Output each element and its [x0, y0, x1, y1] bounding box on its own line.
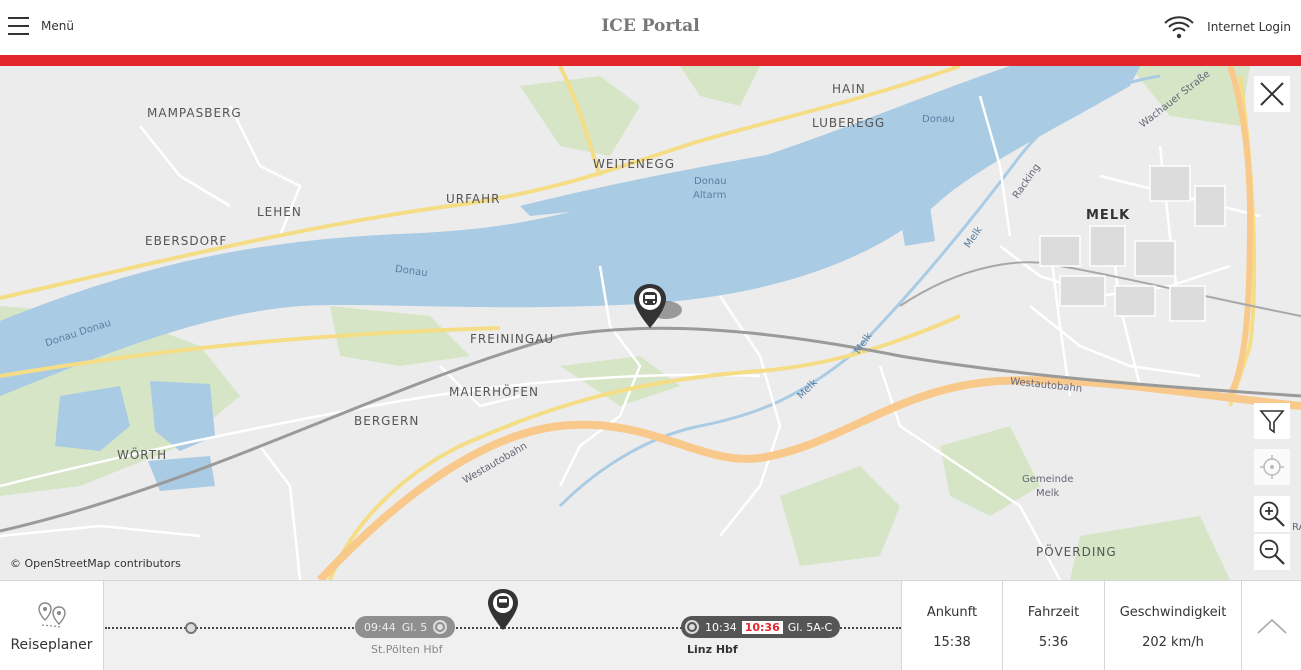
train-pin-icon: [634, 284, 682, 328]
place-label: Gemeinde: [1022, 474, 1074, 485]
locate-button[interactable]: [1254, 449, 1290, 485]
zoom-in-icon: [1259, 501, 1285, 527]
header-bar: Menü ICE Portal Internet Login: [0, 0, 1301, 55]
speed-value: 202 km/h: [1142, 635, 1204, 650]
place-label: Melk: [1036, 488, 1060, 499]
filter-icon: [1259, 410, 1285, 434]
place-label: LUBEREGG: [812, 116, 886, 130]
arrival-value: 15:38: [933, 635, 971, 650]
place-label: WEITENEGG: [593, 157, 676, 171]
next-stop-station: Linz Hbf: [687, 643, 738, 656]
place-label: LEHEN: [257, 205, 302, 219]
place-label: PÖVERDING: [1036, 545, 1117, 559]
water-label: Altarm: [693, 190, 727, 201]
close-icon: [1260, 82, 1284, 106]
next-stop-ring-icon: [685, 620, 699, 634]
zoom-in-button[interactable]: [1254, 496, 1290, 532]
arrival-info: Ankunft 15:38: [901, 581, 1002, 670]
chevron-up-icon: [1256, 618, 1287, 634]
route-timeline: 09:44 Gl. 5 St.Pölten Hbf 10:34 10:36 Gl…: [105, 581, 901, 670]
close-map-button[interactable]: [1254, 76, 1290, 112]
map-view[interactable]: MAMPASBERG HAIN LUBEREGG WEITENEGG URFAH…: [0, 66, 1301, 580]
place-label: RA: [1292, 522, 1301, 533]
water-label: Donau: [694, 176, 727, 187]
place-label: BERGERN: [354, 414, 420, 428]
place-label: MAMPASBERG: [147, 106, 242, 120]
place-label: MAIERHÖFEN: [449, 385, 539, 399]
place-label: EBERSDORF: [145, 234, 228, 248]
journey-planner-label: Reiseplaner: [10, 637, 93, 653]
zoom-out-icon: [1259, 539, 1285, 565]
place-label: FREININGAU: [470, 332, 555, 346]
next-stop-delay-time: 10:36: [741, 620, 783, 634]
past-stop-station: St.Pölten Hbf: [371, 643, 443, 656]
train-current-icon: [488, 589, 518, 630]
speed-label: Geschwindigkeit: [1119, 605, 1227, 620]
past-stop-time: 09:44: [364, 620, 396, 634]
app-title: ICE Portal: [601, 16, 700, 36]
past-stop-ring-icon: [433, 620, 448, 634]
map-attribution: © OpenStreetMap contributors: [10, 557, 181, 570]
duration-info: Fahrzeit 5:36: [1002, 581, 1104, 670]
speed-info: Geschwindigkeit 202 km/h: [1104, 581, 1241, 670]
next-stop-platform: Gl. 5A-C: [787, 620, 833, 634]
zoom-out-button[interactable]: [1254, 534, 1290, 570]
filter-button[interactable]: [1254, 403, 1290, 439]
brand-red-bar: [0, 55, 1301, 66]
next-stop-badge[interactable]: 10:34 10:36 Gl. 5A-C: [681, 616, 841, 638]
expand-panel-button[interactable]: [1241, 581, 1301, 670]
arrival-label: Ankunft: [926, 605, 978, 620]
past-stop-badge[interactable]: 09:44 Gl. 5: [355, 616, 456, 638]
intermediate-stop-dot: [185, 622, 197, 634]
place-label: WÖRTH: [117, 448, 168, 462]
locate-icon: [1260, 455, 1284, 479]
duration-label: Fahrzeit: [1027, 605, 1080, 620]
water-label: Donau: [922, 114, 955, 125]
train-position-marker[interactable]: [632, 284, 688, 334]
duration-value: 5:36: [1038, 635, 1069, 650]
past-stop-platform: Gl. 5: [401, 620, 428, 634]
place-label: HAIN: [832, 82, 866, 96]
next-stop-time: 10:34: [705, 620, 737, 634]
internet-login-label: Internet Login: [1207, 20, 1291, 34]
wifi-icon: [1164, 16, 1194, 39]
internet-login-button[interactable]: Internet Login: [1163, 14, 1291, 40]
journey-planner-button[interactable]: Reiseplaner: [0, 581, 104, 670]
place-label: URFAHR: [446, 192, 501, 206]
place-label-melk: MELK: [1086, 208, 1131, 223]
route-pins-icon: [38, 602, 66, 628]
journey-bar: Reiseplaner 09:44 Gl. 5 St.Pölten Hbf 10…: [0, 580, 1301, 670]
